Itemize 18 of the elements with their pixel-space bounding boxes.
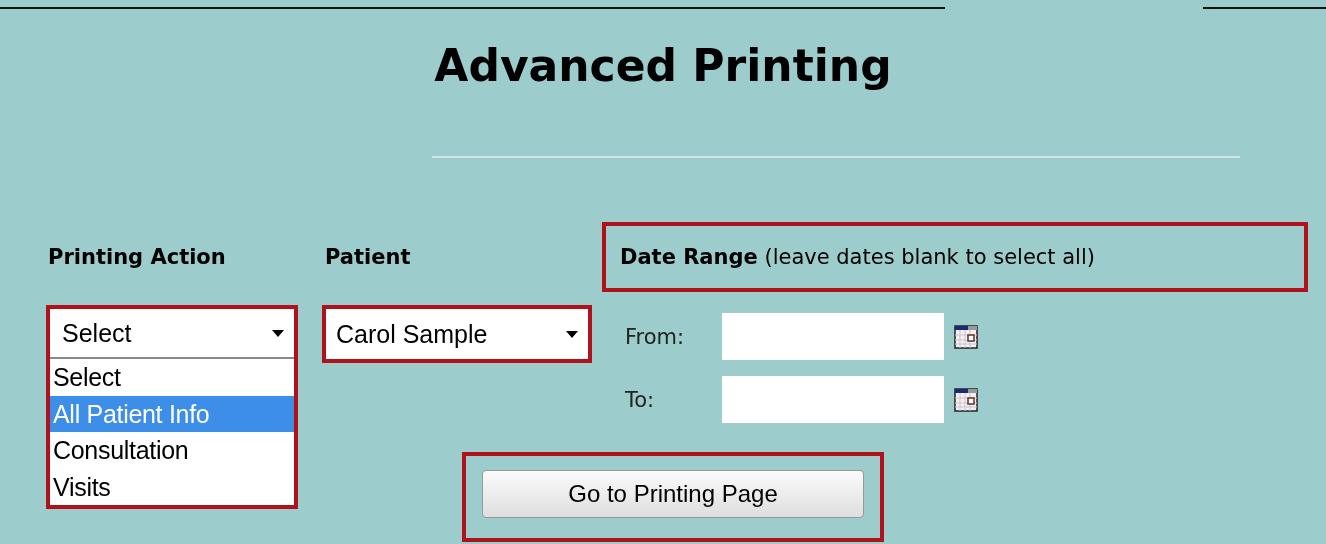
date-field[interactable] <box>722 313 944 360</box>
go-to-printing-page-button[interactable]: Go to Printing Page <box>482 470 864 518</box>
printing-action-dropdown[interactable]: Select <box>50 309 294 357</box>
caret-icon <box>272 329 284 337</box>
patient-dropdown[interactable]: Carol Sample <box>326 309 588 359</box>
field-label: Patient <box>325 245 412 269</box>
calendar-icon[interactable] <box>954 386 978 413</box>
dropdown-option[interactable]: Consultation <box>50 432 294 469</box>
date-label: From: <box>625 324 686 349</box>
field-label: Printing Action <box>48 245 227 269</box>
date-range-label: Date Range (leave dates blank to select all) <box>620 245 1095 269</box>
date-field[interactable] <box>722 376 944 423</box>
caret-icon <box>566 330 578 338</box>
page-title: Advanced Printing <box>433 39 893 93</box>
date-label: To: <box>625 387 656 412</box>
dropdown-option[interactable]: Visits <box>50 468 294 505</box>
calendar-icon[interactable] <box>954 323 978 350</box>
dropdown-option[interactable]: Select <box>50 359 294 396</box>
